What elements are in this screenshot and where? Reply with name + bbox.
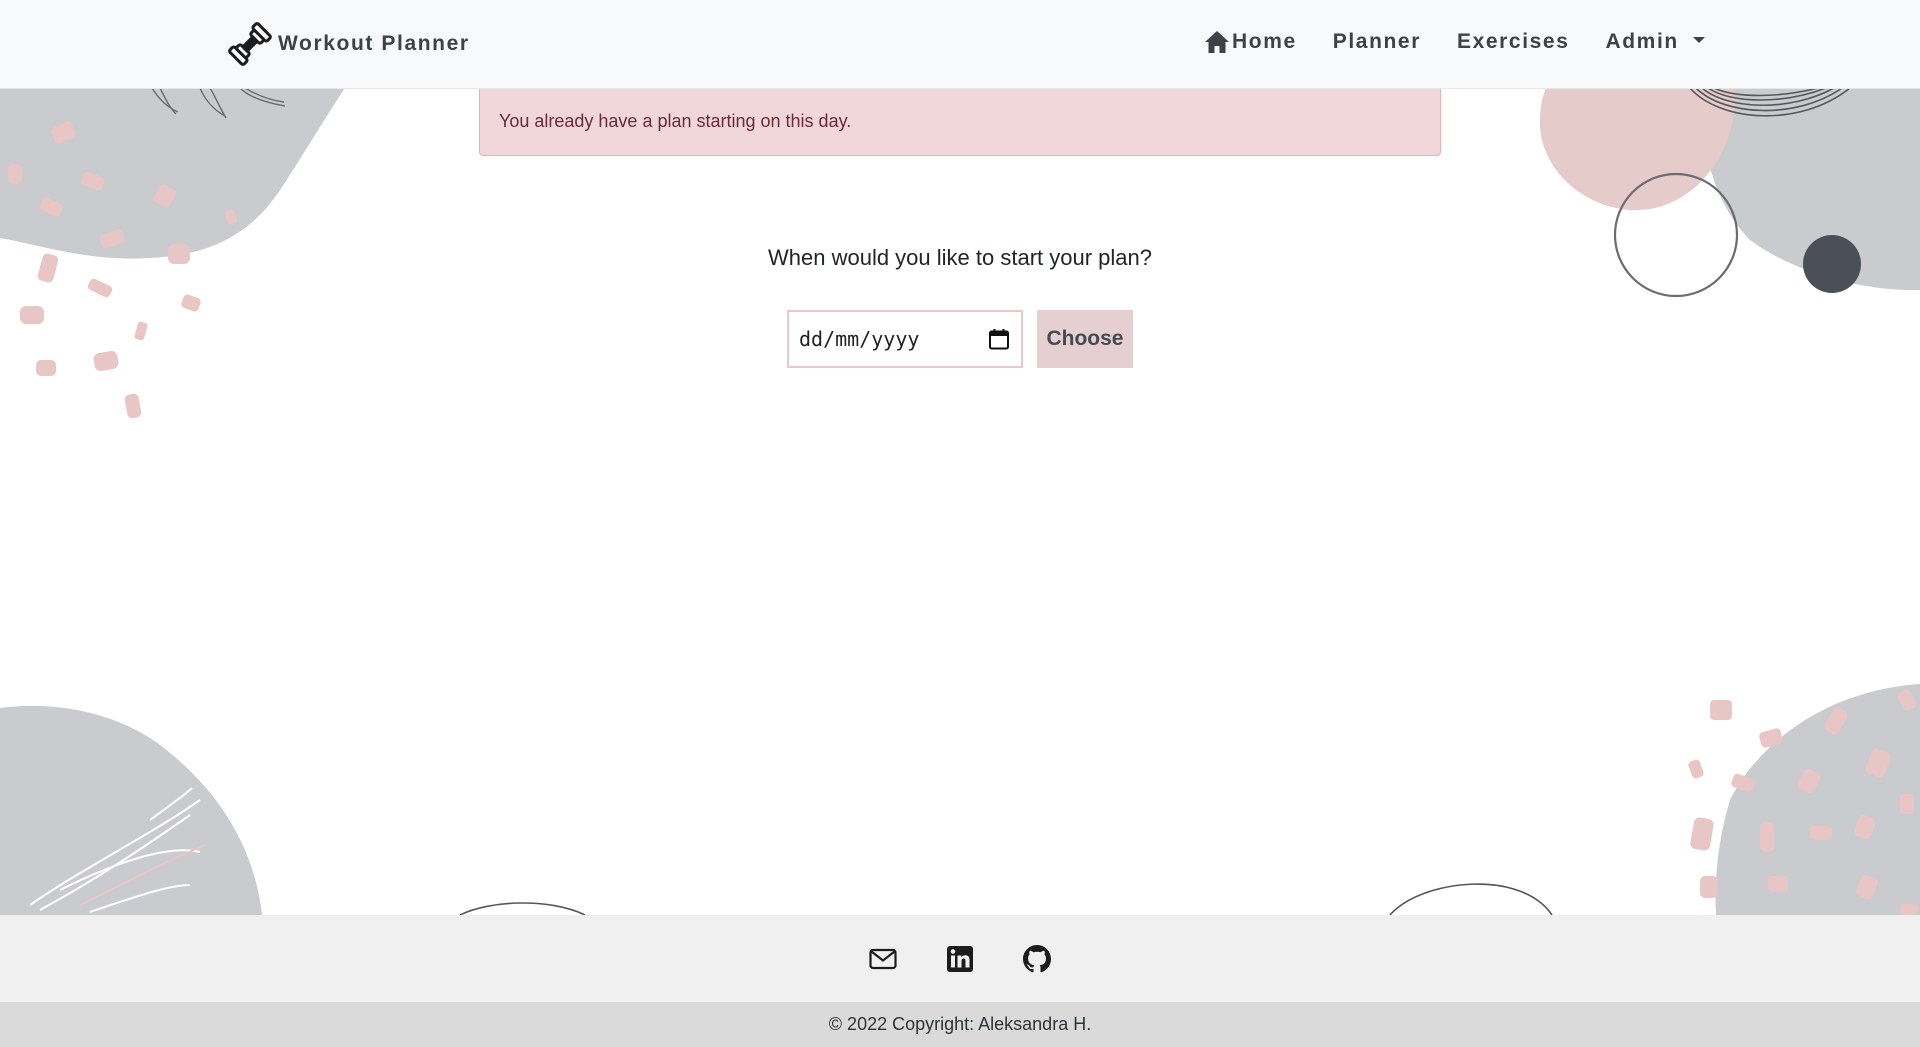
brand-title: Workout Planner	[278, 32, 470, 55]
start-date-field[interactable]	[787, 310, 1023, 368]
top-right-pink-circle	[1539, 88, 1735, 211]
brand-link[interactable]: Workout Planner	[228, 20, 470, 68]
email-icon[interactable]	[869, 945, 897, 973]
nav-home-label: Home	[1232, 30, 1297, 53]
calendar-icon[interactable]	[987, 327, 1011, 351]
nav-exercises-label: Exercises	[1456, 30, 1570, 53]
start-date-question: When would you like to start your plan?	[768, 245, 1152, 270]
home-icon	[1205, 31, 1229, 53]
dumbbell-icon	[228, 22, 272, 66]
error-alert: You already have a plan starting on this…	[479, 88, 1441, 156]
github-icon[interactable]	[1023, 944, 1051, 973]
bottom-arc-right	[1389, 883, 1553, 915]
nav-planner-label: Planner	[1332, 30, 1421, 53]
bottom-left-blob	[0, 705, 262, 915]
alert-message: You already have a plan starting on this…	[499, 111, 852, 131]
navbar: Workout Planner Home Planner Exercises A…	[0, 0, 1920, 89]
footer-social-links	[0, 915, 1920, 1002]
nav-home[interactable]: Home	[1204, 30, 1297, 54]
nav-admin-dropdown[interactable]: Admin	[1605, 30, 1705, 54]
nav-admin-label: Admin	[1605, 30, 1679, 53]
nav-links: Home Planner Exercises Admin	[1204, 22, 1705, 62]
start-date-input[interactable]	[799, 327, 979, 351]
choose-button[interactable]: Choose	[1037, 310, 1133, 368]
top-left-blob	[0, 88, 345, 259]
bottom-arc-left	[459, 902, 586, 915]
caret-down-icon	[1692, 37, 1705, 43]
linkedin-icon[interactable]	[946, 945, 974, 973]
copyright-bar: © 2022 Copyright: Aleksandra H.	[0, 1002, 1920, 1047]
bottom-right-blob	[1715, 684, 1920, 915]
copyright-text: © 2022 Copyright: Aleksandra H.	[828, 1014, 1092, 1034]
nav-planner[interactable]: Planner	[1333, 30, 1421, 54]
nav-exercises[interactable]: Exercises	[1457, 30, 1570, 54]
